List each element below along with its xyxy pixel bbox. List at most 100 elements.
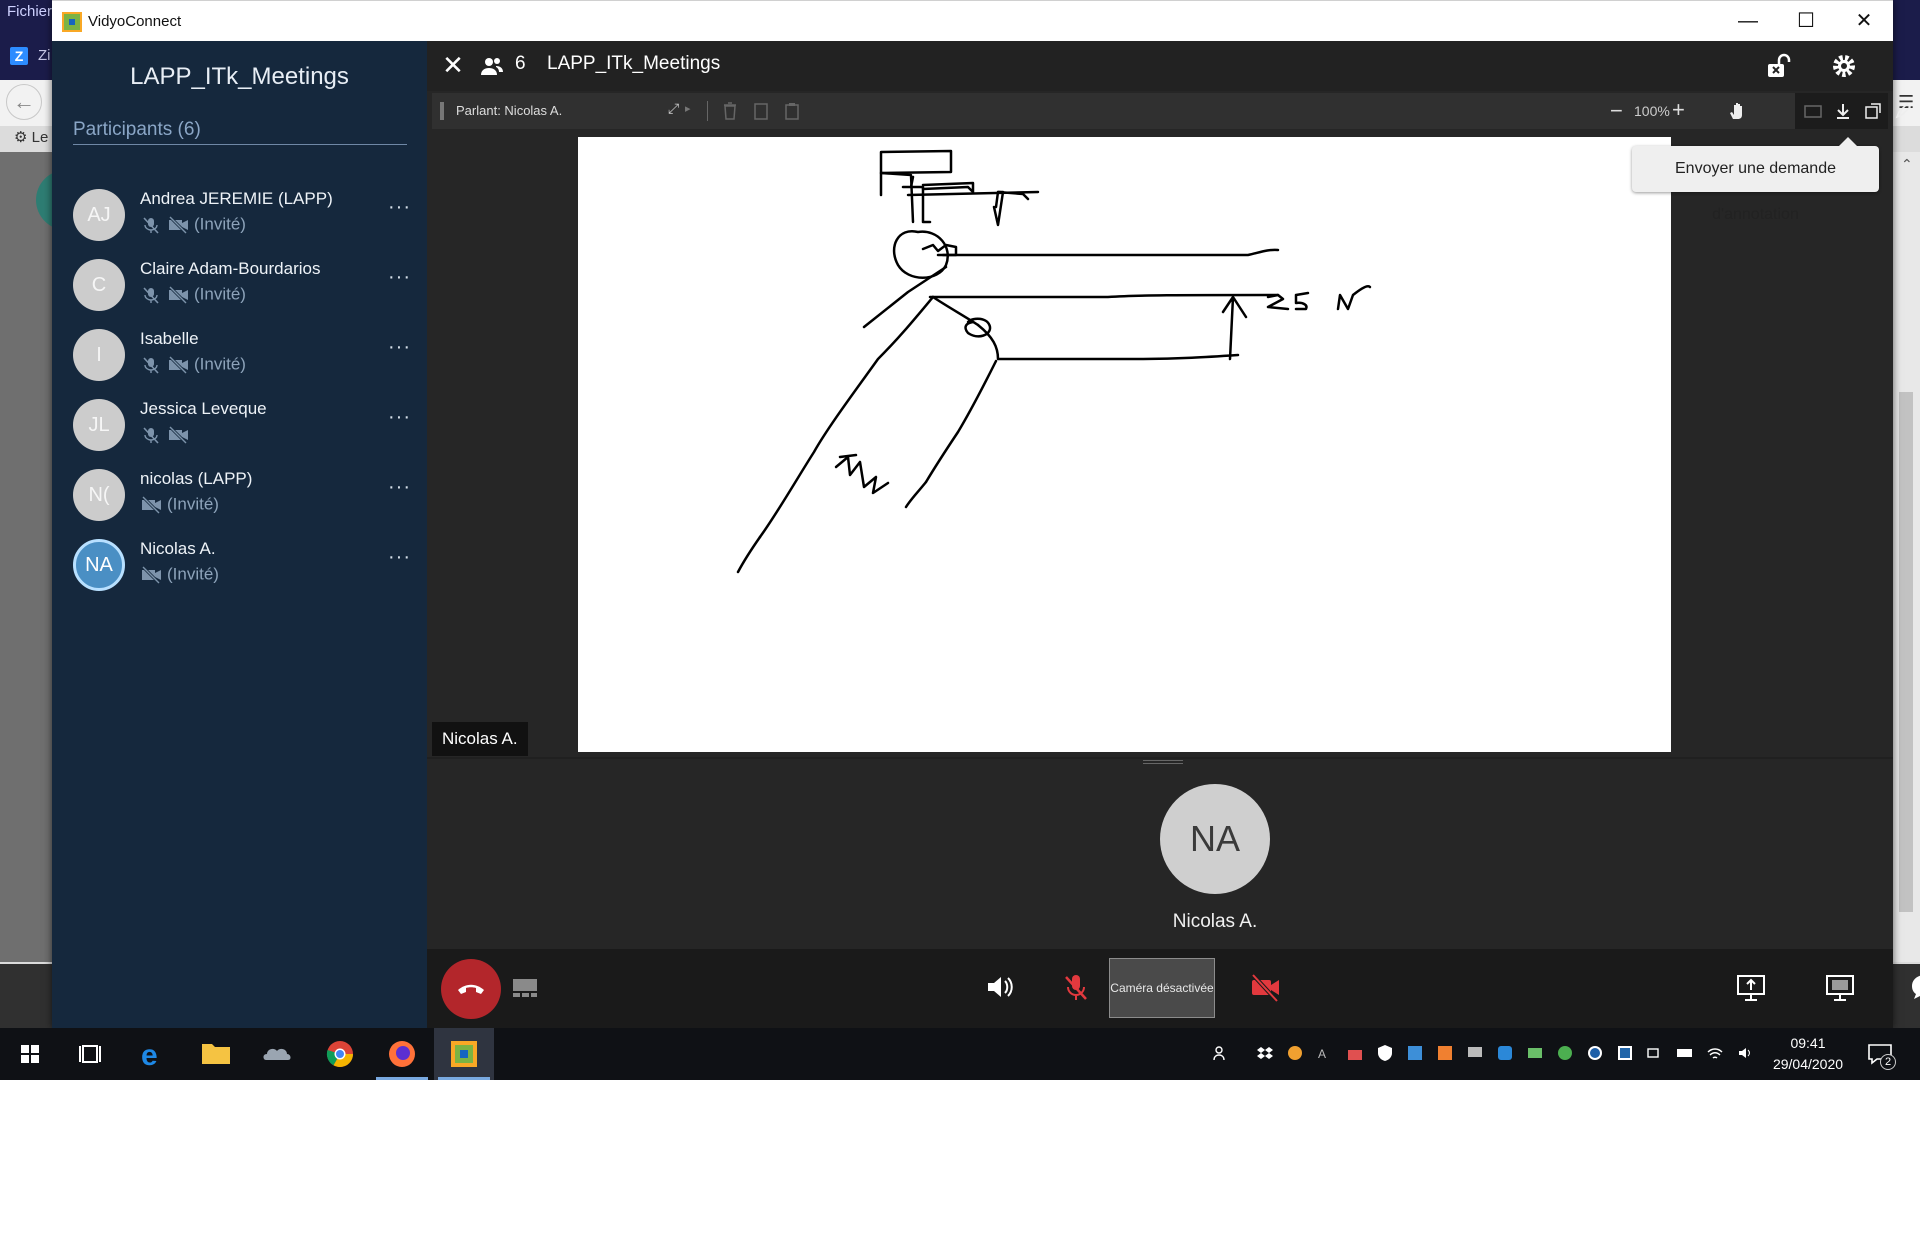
sync-orange-icon[interactable] xyxy=(1286,1044,1304,1062)
participant-row[interactable]: I Isabelle (Invité) ··· xyxy=(52,326,427,396)
tray-clock-app-icon[interactable] xyxy=(1586,1044,1604,1062)
main-conference-area: ✕ 6 LAPP_ITk_Meetings Parlant: Nicolas A… xyxy=(427,41,1920,1028)
volume-icon[interactable] xyxy=(1736,1044,1754,1062)
clipboard-icon[interactable] xyxy=(782,101,802,121)
more-options-button[interactable]: ··· xyxy=(388,476,411,499)
participant-role: (Invité) xyxy=(167,564,219,584)
shield-icon[interactable] xyxy=(1376,1044,1394,1062)
more-options-button[interactable]: ··· xyxy=(388,336,411,359)
people-icon[interactable] xyxy=(1212,1044,1230,1062)
windows-taskbar: e A 09:41 29/04/2020 2 xyxy=(0,1028,1920,1080)
popout-icon[interactable] xyxy=(1863,101,1883,121)
edge-icon: e xyxy=(141,1039,158,1072)
notification-count: 2 xyxy=(1880,1054,1896,1070)
self-name: Nicolas A. xyxy=(1172,911,1258,932)
zoom-in-button[interactable]: + xyxy=(1672,97,1685,123)
participant-row[interactable]: AJ Andrea JEREMIE (LAPP) (Invité) ··· xyxy=(52,186,427,256)
chat-icon[interactable] xyxy=(1905,967,1920,1007)
tray-security-icon[interactable] xyxy=(1556,1044,1574,1062)
scroll-up-icon[interactable]: ⌃ xyxy=(1901,156,1913,173)
monitor-settings-icon[interactable] xyxy=(1820,967,1860,1007)
bg-scrollbar[interactable]: ⌃ xyxy=(1893,152,1920,962)
taskbar-edge[interactable]: e xyxy=(124,1028,184,1080)
drag-grip-icon[interactable] xyxy=(440,102,444,120)
layout-icon[interactable] xyxy=(505,967,545,1007)
clock-date[interactable]: 29/04/2020 xyxy=(1762,1056,1854,1072)
more-options-button[interactable]: ··· xyxy=(388,546,411,569)
resize-grip-icon[interactable] xyxy=(1143,760,1183,764)
task-view-button[interactable] xyxy=(60,1028,120,1080)
more-options-button[interactable]: ··· xyxy=(388,406,411,429)
dropbox-icon[interactable] xyxy=(1256,1044,1274,1062)
taskbar-explorer[interactable] xyxy=(186,1028,246,1080)
close-window-button[interactable]: ✕ xyxy=(1835,1,1893,42)
tray-monitor-icon[interactable] xyxy=(1466,1044,1484,1062)
participants-header[interactable]: Participants (6) xyxy=(73,119,201,141)
zoom-out-button[interactable]: − xyxy=(1610,98,1623,124)
participant-status: (Invité) xyxy=(140,284,246,306)
fit-screen-icon[interactable] xyxy=(1803,101,1823,121)
more-options-button[interactable]: ··· xyxy=(388,266,411,289)
battery-icon[interactable] xyxy=(1676,1044,1694,1062)
microphone-muted-icon[interactable] xyxy=(1056,967,1096,1007)
tray-blue-app-icon[interactable] xyxy=(1406,1044,1424,1062)
participants-sidebar: LAPP_ITk_Meetings Participants (6) AJ And… xyxy=(52,41,427,1028)
tray-bluetooth-icon[interactable] xyxy=(1496,1044,1514,1062)
taskbar-vidyo[interactable] xyxy=(434,1028,494,1080)
share-screen-icon[interactable] xyxy=(1731,967,1771,1007)
hangup-button[interactable] xyxy=(441,959,501,1019)
maximize-button[interactable]: ☐ xyxy=(1777,1,1835,42)
participant-status: (Invité) xyxy=(140,214,246,236)
tray-app-icon[interactable]: A xyxy=(1316,1044,1334,1062)
delete-icon[interactable] xyxy=(720,101,740,121)
bg-bookmark[interactable]: ⚙ Le xyxy=(14,128,48,146)
svg-text:e: e xyxy=(141,1039,158,1072)
expand-icon[interactable]: ⤢ xyxy=(668,100,679,117)
participants-icon[interactable] xyxy=(480,55,504,77)
camera-off-icon[interactable] xyxy=(1245,967,1285,1007)
phone-hangup-icon xyxy=(458,984,484,994)
taskbar-firefox[interactable] xyxy=(372,1028,432,1080)
bg-tab-label[interactable]: Zi xyxy=(38,47,51,64)
annotate-pen-icon[interactable] xyxy=(1893,101,1913,121)
start-button[interactable] xyxy=(0,1028,60,1080)
participants-tab-underline xyxy=(73,144,407,145)
hand-pan-icon[interactable] xyxy=(1727,101,1747,121)
whiteboard-drawing xyxy=(736,149,1372,574)
unlock-room-icon[interactable] xyxy=(1765,53,1791,79)
speaker-name-tag: Nicolas A. xyxy=(432,722,528,756)
bg-scroll-thumb[interactable] xyxy=(1899,392,1913,912)
speaker-volume-icon[interactable] xyxy=(979,967,1019,1007)
room-title: LAPP_ITk_Meetings xyxy=(130,63,349,90)
participant-role: (Invité) xyxy=(194,354,246,374)
copy-icon[interactable] xyxy=(751,101,771,121)
taskbar-chrome[interactable] xyxy=(310,1028,370,1080)
clock-time[interactable]: 09:41 xyxy=(1778,1035,1838,1051)
taskbar-onedrive[interactable] xyxy=(248,1028,308,1080)
network-icon[interactable] xyxy=(1646,1044,1664,1062)
wifi-icon[interactable] xyxy=(1706,1044,1724,1062)
tray-info-icon[interactable] xyxy=(1616,1044,1634,1062)
toolbox-icon[interactable] xyxy=(1346,1044,1364,1062)
participant-row[interactable]: N(nicolas (LAPP) (Invité) ··· xyxy=(52,466,427,536)
participant-name: Andrea JEREMIE (LAPP) xyxy=(140,189,333,208)
participant-row[interactable]: JL Jessica Leveque ··· xyxy=(52,396,427,466)
participant-row[interactable]: NA Nicolas A. (Invité) ··· xyxy=(52,536,427,606)
back-arrow-icon[interactable]: ← xyxy=(6,84,42,120)
tray-orange-app-icon[interactable] xyxy=(1436,1044,1454,1062)
more-options-button[interactable]: ··· xyxy=(388,196,411,219)
participant-row[interactable]: C Claire Adam-Bourdarios (Invité) ··· xyxy=(52,256,427,326)
shared-whiteboard[interactable] xyxy=(578,137,1671,752)
camera-off-icon xyxy=(167,285,189,304)
bg-menu-file[interactable]: Fichier xyxy=(7,3,52,20)
mic-muted-icon xyxy=(140,356,162,374)
participant-avatar: JL xyxy=(73,399,125,451)
close-panel-icon[interactable]: ✕ xyxy=(441,52,465,78)
settings-gear-icon[interactable] xyxy=(1831,53,1857,79)
tray-green-check-icon[interactable] xyxy=(1526,1044,1544,1062)
camera-disabled-preview[interactable]: Caméra désactivée xyxy=(1109,958,1215,1018)
chrome-icon xyxy=(326,1041,354,1068)
minimize-button[interactable]: — xyxy=(1719,1,1777,42)
download-icon[interactable] xyxy=(1833,101,1853,121)
arrow-right-icon[interactable]: ▸ xyxy=(685,102,691,115)
